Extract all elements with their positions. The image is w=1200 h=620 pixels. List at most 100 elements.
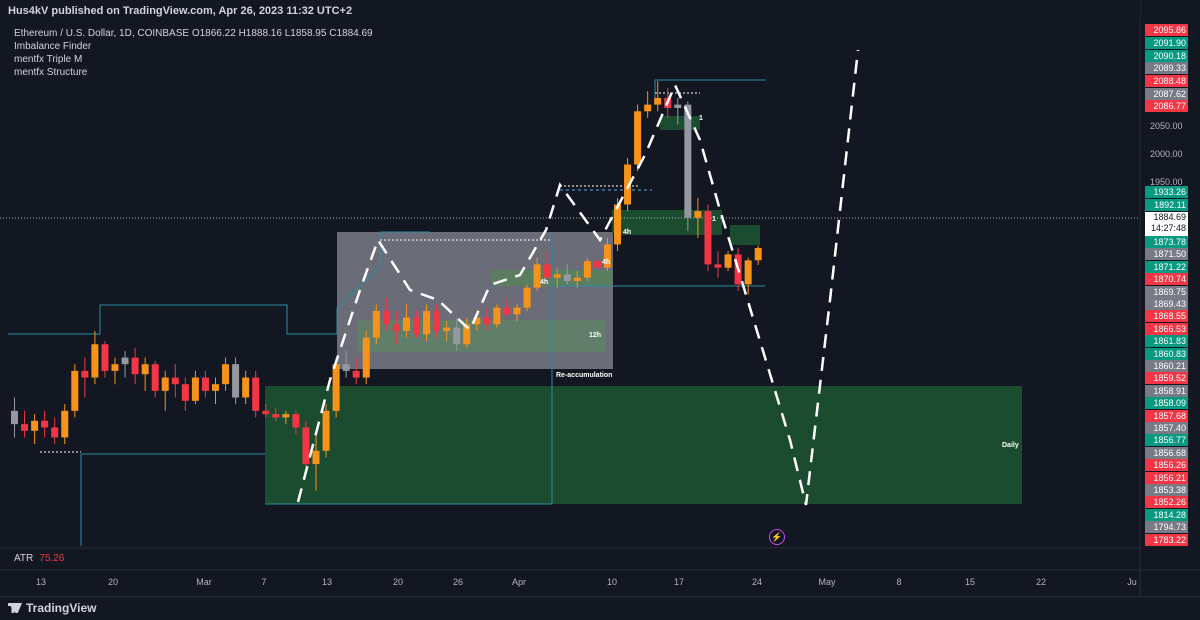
candle-body[interactable] bbox=[644, 104, 652, 112]
candle-body[interactable] bbox=[292, 414, 300, 428]
candle-body[interactable] bbox=[302, 427, 310, 465]
candle-body[interactable] bbox=[332, 364, 340, 411]
candle-body[interactable] bbox=[593, 261, 601, 268]
candle-body[interactable] bbox=[614, 204, 621, 245]
candle-body[interactable] bbox=[704, 211, 712, 265]
price-tag: 1858.09 bbox=[1145, 397, 1188, 410]
candle-body[interactable] bbox=[61, 410, 69, 438]
candle-body[interactable] bbox=[91, 344, 99, 378]
candle-body[interactable] bbox=[402, 317, 410, 331]
daily-label: Daily bbox=[1002, 442, 1019, 449]
candle-body[interactable] bbox=[222, 364, 230, 385]
candle-body[interactable] bbox=[503, 307, 511, 315]
daily-zone bbox=[265, 386, 1022, 504]
candle-body[interactable] bbox=[674, 104, 682, 108]
price-tag: 1869.43 bbox=[1145, 298, 1188, 310]
candle-body[interactable] bbox=[362, 337, 370, 378]
candle-body[interactable] bbox=[31, 420, 39, 431]
candle-body[interactable] bbox=[573, 277, 581, 282]
candle-body[interactable] bbox=[433, 310, 441, 331]
candle-body[interactable] bbox=[252, 377, 260, 411]
ohlc-open: O1866.22 bbox=[191, 28, 236, 39]
time-tick: Mar bbox=[196, 577, 212, 587]
candle-body[interactable] bbox=[483, 317, 491, 325]
candle-body[interactable] bbox=[131, 357, 139, 375]
candle-body[interactable] bbox=[101, 344, 109, 371]
time-tick: 20 bbox=[392, 577, 404, 587]
price-tag: 1856.68 bbox=[1145, 446, 1188, 459]
candle-body[interactable] bbox=[312, 450, 320, 465]
candle-body[interactable] bbox=[161, 377, 169, 391]
price-chart[interactable] bbox=[0, 0, 1200, 596]
price-tag: 2090.18 bbox=[1145, 50, 1188, 62]
candle-body[interactable] bbox=[151, 364, 159, 391]
candle-body[interactable] bbox=[382, 310, 390, 325]
candle-body[interactable] bbox=[493, 307, 501, 325]
ohlc-close: C1884.69 bbox=[329, 28, 373, 39]
candle-body[interactable] bbox=[523, 287, 531, 308]
candle-body[interactable] bbox=[694, 211, 702, 218]
candle-body[interactable] bbox=[181, 384, 189, 401]
indicator-triple-m[interactable]: mentfx Triple M bbox=[14, 53, 373, 66]
price-tag: 1814.28 bbox=[1145, 508, 1188, 521]
candle-body[interactable] bbox=[71, 370, 79, 411]
candle-body[interactable] bbox=[111, 364, 119, 371]
candle-body[interactable] bbox=[453, 327, 461, 345]
1d-label-b: 1 bbox=[699, 115, 703, 122]
candle-body[interactable] bbox=[654, 97, 662, 105]
atr-value: 75.26 bbox=[39, 553, 65, 564]
candle-body[interactable] bbox=[272, 414, 280, 418]
flash-icon[interactable]: ⚡ bbox=[769, 529, 785, 545]
candle-body[interactable] bbox=[171, 377, 179, 385]
price-tag: 2089.33 bbox=[1145, 62, 1188, 74]
candle-body[interactable] bbox=[423, 310, 431, 335]
1d-label-a: 1 bbox=[712, 216, 716, 223]
candle-body[interactable] bbox=[242, 377, 250, 398]
candle-body[interactable] bbox=[322, 410, 330, 451]
candle-body[interactable] bbox=[141, 364, 149, 375]
time-tick: 13 bbox=[321, 577, 333, 587]
candle-body[interactable] bbox=[191, 377, 199, 401]
4h-label-a: 4h bbox=[602, 259, 611, 266]
candle-body[interactable] bbox=[21, 424, 29, 431]
candle-body[interactable] bbox=[754, 247, 762, 261]
candle-body[interactable] bbox=[392, 324, 400, 331]
candle-body[interactable] bbox=[11, 410, 18, 425]
candle-body[interactable] bbox=[724, 254, 732, 268]
candle-body[interactable] bbox=[744, 260, 752, 285]
candle-body[interactable] bbox=[121, 357, 129, 365]
candle-body[interactable] bbox=[262, 410, 270, 415]
published-info: Hus4kV published on TradingView.com, Apr… bbox=[8, 5, 353, 17]
price-tag: 1857.40 bbox=[1145, 422, 1188, 434]
price-tag: 1866.53 bbox=[1145, 322, 1188, 335]
candle-body[interactable] bbox=[372, 310, 380, 338]
atr-indicator[interactable]: ATR 75.26 bbox=[14, 553, 64, 564]
candle-body[interactable] bbox=[513, 307, 521, 315]
candle-body[interactable] bbox=[563, 274, 571, 282]
tradingview-logo[interactable]: TradingView bbox=[8, 601, 96, 615]
candle-body[interactable] bbox=[684, 104, 692, 218]
candle-body[interactable] bbox=[443, 327, 451, 331]
candle-body[interactable] bbox=[81, 370, 89, 378]
candle-body[interactable] bbox=[352, 370, 360, 378]
price-tag: 1859.52 bbox=[1145, 372, 1188, 385]
candle-body[interactable] bbox=[51, 427, 59, 438]
candle-body[interactable] bbox=[232, 364, 240, 398]
price-tick: 2050.00 bbox=[1150, 121, 1183, 131]
candle-body[interactable] bbox=[282, 414, 290, 418]
price-tag: 1783.22 bbox=[1145, 533, 1188, 546]
candle-body[interactable] bbox=[553, 274, 561, 278]
12h-label: 12h bbox=[589, 332, 602, 339]
candle-body[interactable] bbox=[212, 384, 219, 391]
candle-body[interactable] bbox=[634, 111, 642, 165]
candle-body[interactable] bbox=[413, 317, 420, 335]
indicator-imbalance-finder[interactable]: Imbalance Finder bbox=[14, 40, 373, 53]
candle-body[interactable] bbox=[583, 261, 591, 278]
candle-body[interactable] bbox=[201, 377, 209, 391]
candle-body[interactable] bbox=[342, 364, 350, 371]
candle-body[interactable] bbox=[41, 420, 49, 428]
candle-body[interactable] bbox=[714, 264, 722, 268]
candle-body[interactable] bbox=[543, 264, 551, 278]
indicator-structure[interactable]: mentfx Structure bbox=[14, 66, 373, 79]
symbol-name[interactable]: Ethereum / U.S. Dollar, 1D, COINBASE bbox=[14, 28, 189, 39]
